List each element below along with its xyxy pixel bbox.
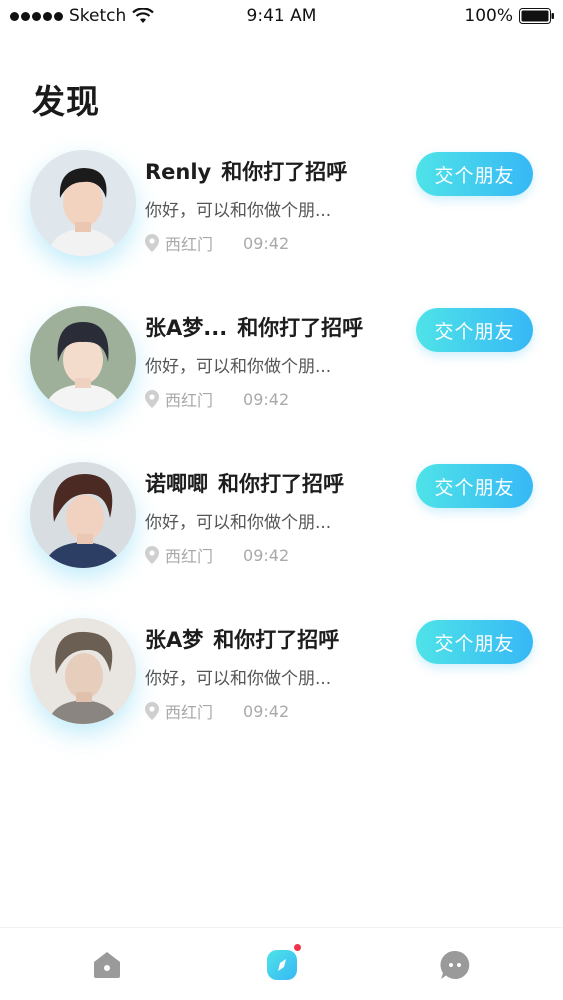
tab-chat[interactable] — [438, 948, 472, 982]
time-text: 09:42 — [243, 233, 290, 253]
add-friend-button[interactable]: 交个朋友 — [416, 308, 533, 352]
message-preview: 你好，可以和你做个朋... — [145, 669, 332, 689]
avatar-image — [30, 618, 136, 724]
status-right: 100% — [464, 6, 555, 26]
greeting-text: 和你打了招呼 — [221, 160, 348, 184]
item-title: 张A梦 和你打了招呼 — [145, 624, 339, 654]
item-meta: 西红门 09:42 — [145, 543, 289, 567]
add-friend-button[interactable]: 交个朋友 — [416, 620, 533, 664]
sender-name: 诺唧唧 — [145, 472, 208, 496]
battery-percentage: 100% — [464, 6, 513, 26]
sender-name: 张A梦 — [145, 628, 204, 652]
item-title: 诺唧唧 和你打了招呼 — [145, 468, 344, 498]
avatar[interactable] — [30, 618, 136, 724]
sender-name: Renly — [145, 160, 212, 184]
item-title: Renly 和你打了招呼 — [145, 156, 347, 186]
list-item[interactable]: Renly 和你打了招呼 你好，可以和你做个朋... 西红门 09:42 交个朋友 — [0, 150, 563, 280]
item-meta: 西红门 09:42 — [145, 231, 289, 255]
add-friend-button[interactable]: 交个朋友 — [416, 152, 533, 196]
message-preview: 你好，可以和你做个朋... — [145, 201, 332, 221]
sender-name: 张A梦... — [145, 316, 228, 340]
avatar-image — [30, 150, 136, 256]
page-title: 发现 — [32, 82, 100, 121]
greeting-text: 和你打了招呼 — [218, 472, 344, 496]
time-text: 09:42 — [243, 545, 290, 565]
list-item[interactable]: 张A梦... 和你打了招呼 你好，可以和你做个朋... 西红门 09:42 交个朋… — [0, 306, 563, 436]
message-preview: 你好，可以和你做个朋... — [145, 357, 332, 377]
location-text: 西红门 — [165, 547, 214, 566]
location-text: 西红门 — [165, 235, 214, 254]
avatar[interactable] — [30, 150, 136, 256]
location-text: 西红门 — [165, 703, 214, 722]
list-item[interactable]: 张A梦 和你打了招呼 你好，可以和你做个朋... 西红门 09:42 交个朋友 — [0, 618, 563, 748]
location-pin-icon — [145, 234, 159, 252]
item-meta: 西红门 09:42 — [145, 699, 289, 723]
avatar-image — [30, 462, 136, 568]
time-text: 09:42 — [243, 701, 290, 721]
list-item[interactable]: 诺唧唧 和你打了招呼 你好，可以和你做个朋... 西红门 09:42 交个朋友 — [0, 462, 563, 592]
message-preview: 你好，可以和你做个朋... — [145, 513, 332, 533]
avatar-image — [30, 306, 136, 412]
notification-badge — [293, 943, 302, 952]
time-text: 09:42 — [243, 389, 290, 409]
avatar[interactable] — [30, 462, 136, 568]
item-meta: 西红门 09:42 — [145, 387, 289, 411]
battery-icon — [519, 8, 554, 24]
location-pin-icon — [145, 390, 159, 408]
location-text: 西红门 — [165, 391, 214, 410]
tab-home[interactable] — [90, 948, 124, 982]
home-icon — [94, 952, 120, 978]
tab-discover[interactable] — [265, 943, 302, 982]
greeting-text: 和你打了招呼 — [213, 628, 340, 652]
location-pin-icon — [145, 702, 159, 720]
chat-icon — [440, 950, 470, 979]
discover-icon — [267, 950, 297, 980]
item-title: 张A梦... 和你打了招呼 — [145, 312, 363, 342]
greeting-text: 和你打了招呼 — [237, 316, 364, 340]
add-friend-button[interactable]: 交个朋友 — [416, 464, 533, 508]
tab-bar — [0, 927, 563, 1000]
status-bar: Sketch 9:41 AM 100% — [0, 0, 563, 36]
location-pin-icon — [145, 546, 159, 564]
avatar[interactable] — [30, 306, 136, 412]
